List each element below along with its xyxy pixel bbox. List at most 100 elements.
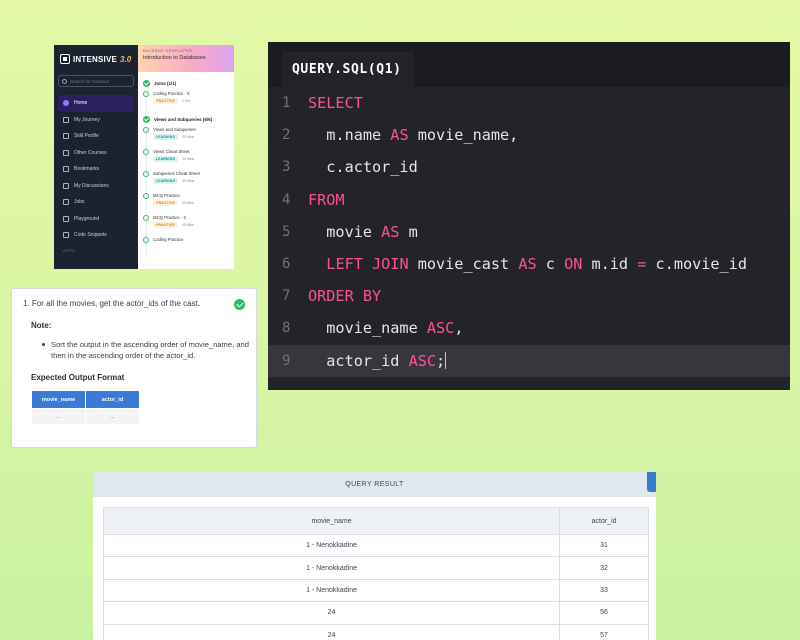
search-icon xyxy=(62,78,67,84)
code-token: m.name xyxy=(308,126,391,145)
sql-keyword: ASC xyxy=(426,319,455,338)
lesson-title: Views Cheat Sheet xyxy=(153,149,190,154)
sidebar-item-code-snippets[interactable]: Code Snippets xyxy=(58,227,134,244)
line-number: 3 xyxy=(282,159,291,176)
sidebar-item-label: Other Courses xyxy=(74,149,107,156)
brand-name: INTENSIVE xyxy=(73,54,118,64)
cell-actor-id: 31 xyxy=(559,533,649,558)
table-row: 1 - Nenokkadine 33 xyxy=(102,578,649,603)
code-line[interactable]: 7 ORDER BY xyxy=(268,280,790,312)
lesson-meta: PRACTICE 30 Mins xyxy=(153,200,229,206)
lesson-item[interactable]: Views Cheat Sheet LEARNING 20 Mins xyxy=(143,148,229,170)
query-result-panel: QUERY RESULT movie_name actor_id 1 - Nen… xyxy=(93,472,656,640)
search-input[interactable] xyxy=(70,78,130,84)
note-label: Note: xyxy=(31,321,52,330)
line-number: 9 xyxy=(282,352,291,369)
expected-cell: ... xyxy=(85,408,140,425)
course-title: Introduction to Databases xyxy=(143,55,206,61)
lesson-title: MCQ Practice - 2 xyxy=(153,215,186,220)
lesson-title: MCQ Practice xyxy=(153,193,180,198)
sidebar-item-label: My Discussions xyxy=(74,182,109,189)
lesson-title: Coding Practice - 5 xyxy=(153,91,190,96)
sql-keyword: ORDER BY xyxy=(308,287,382,306)
course-outline: Joins (1/1) Coding Practice - 5 PRACTICE 2 … xyxy=(138,72,234,262)
result-title: QUERY RESULT xyxy=(345,481,404,488)
lesson-title: Coding Practice xyxy=(153,237,184,242)
note-bullet: Sort the output in the ascending order o… xyxy=(42,340,249,360)
sidebar-item-my-journey[interactable]: My Journey xyxy=(58,112,134,129)
code-line[interactable]: 3 c.actor_id xyxy=(268,151,790,183)
side-tab-handle[interactable] xyxy=(647,472,656,492)
sidebar-item-playground[interactable]: Playground xyxy=(58,211,134,228)
code-token: c.movie_id xyxy=(646,255,747,274)
sql-keyword: FROM xyxy=(308,190,345,209)
sql-keyword: AS xyxy=(390,126,409,145)
cell-movie-name: 24 xyxy=(102,601,561,625)
lesson-item[interactable]: MCQ Practice PRACTICE 30 Mins xyxy=(143,192,229,214)
table-row: 1 - Nenokkadine 31 xyxy=(102,533,649,558)
sidebar-item-skill-profile[interactable]: Skill Profile xyxy=(58,128,134,145)
sidebar-item-my-discussions[interactable]: My Discussions xyxy=(58,178,134,195)
sql-keyword: ASC xyxy=(408,351,437,370)
lesson-item[interactable]: Subqueries Cheat Sheet LEARNING 40 Mins xyxy=(143,170,229,192)
lesson-item[interactable]: Coding Practice - 5 PRACTICE 2 Hrs xyxy=(143,90,229,112)
sidebar-item-other-courses[interactable]: Other Courses xyxy=(58,145,134,162)
profile-icon xyxy=(63,133,69,140)
code-area[interactable]: 1 SELECT 2 m.name AS movie_name, 3 c.actor_… xyxy=(268,87,790,377)
status-dot-icon xyxy=(143,149,149,155)
brand-logo[interactable]: INTENSIVE 3.0 xyxy=(58,51,134,67)
lesson-duration: 30 Mins xyxy=(181,223,194,227)
line-number: 2 xyxy=(282,127,291,144)
question-card: 1. For all the movies, get the actor_ids… xyxy=(11,288,257,448)
check-icon xyxy=(143,79,150,87)
sidebar-item-bookmarks[interactable]: Bookmarks xyxy=(58,161,134,178)
status-dot-icon xyxy=(143,91,149,97)
lesson-title: Views and Subqueries xyxy=(153,127,196,132)
lesson-item[interactable]: Coding Practice xyxy=(143,236,229,258)
format-label: Expected Output Format xyxy=(31,373,125,382)
lesson-title: Subqueries Cheat Sheet xyxy=(153,171,200,176)
lesson-duration: 20 Mins xyxy=(182,157,195,161)
lesson-meta: PRACTICE 2 Hrs xyxy=(153,98,229,104)
sidebar-search[interactable] xyxy=(58,75,134,87)
code-token: movie xyxy=(308,222,382,241)
check-icon xyxy=(234,299,245,310)
code-line[interactable]: 1 SELECT xyxy=(268,87,790,119)
code-line[interactable]: 2 m.name AS movie_name, xyxy=(268,119,790,151)
code-line[interactable]: 9 actor_id ASC; xyxy=(268,344,790,377)
code-token: m.id xyxy=(582,255,638,274)
lesson-item[interactable]: Views and Subqueries LEARNING 20 Mins xyxy=(143,126,229,148)
module-title: Views and Subqueries (6/6) xyxy=(154,116,213,122)
cell-movie-name: 1 - Nenokkadine xyxy=(102,556,561,580)
code-line[interactable]: 4 FROM xyxy=(268,184,790,216)
check-icon xyxy=(143,115,150,123)
module-header[interactable]: Views and Subqueries (6/6) xyxy=(143,112,229,126)
courses-icon xyxy=(63,149,69,156)
course-sidebar-screenshot: INTENSIVE 3.0 Home My Journey Skill Profil… xyxy=(54,45,234,269)
sql-keyword: LEFT JOIN xyxy=(326,255,409,274)
code-line[interactable]: 5 movie AS m xyxy=(268,216,790,248)
lesson-meta: LEARNING 40 Mins xyxy=(153,178,229,184)
lesson-duration: 20 Mins xyxy=(182,135,195,139)
status-dot-icon xyxy=(143,193,149,199)
line-number: 4 xyxy=(282,191,291,208)
code-line[interactable]: 8 movie_name ASC, xyxy=(268,312,790,344)
lesson-duration: 30 Mins xyxy=(181,201,194,205)
expected-column-header: actor_id xyxy=(85,390,140,409)
sidebar-item-label: Playground xyxy=(74,215,100,222)
tab-query-sql[interactable]: QUERY.SQL(Q1) xyxy=(282,52,414,87)
lesson-item[interactable]: MCQ Practice - 2 PRACTICE 30 Mins xyxy=(143,214,229,236)
code-line[interactable]: 6 LEFT JOIN movie_cast AS c ON m.id = c.… xyxy=(268,248,790,280)
result-table: movie_name actor_id 1 - Nenokkadine 31 1 -… xyxy=(102,507,649,640)
sidebar-item-jobs[interactable]: Jobs xyxy=(58,194,134,211)
line-number: 8 xyxy=(282,320,291,337)
code-token: c xyxy=(536,255,565,274)
cell-actor-id: 33 xyxy=(559,578,649,603)
code-token: actor_id xyxy=(308,351,409,370)
sql-keyword: ON xyxy=(564,255,583,274)
sql-keyword: SELECT xyxy=(308,94,363,113)
sidebar-item-home[interactable]: Home xyxy=(58,95,134,112)
lesson-tag: LEARNING xyxy=(153,178,179,184)
module-header[interactable]: Joins (1/1) xyxy=(143,76,229,90)
